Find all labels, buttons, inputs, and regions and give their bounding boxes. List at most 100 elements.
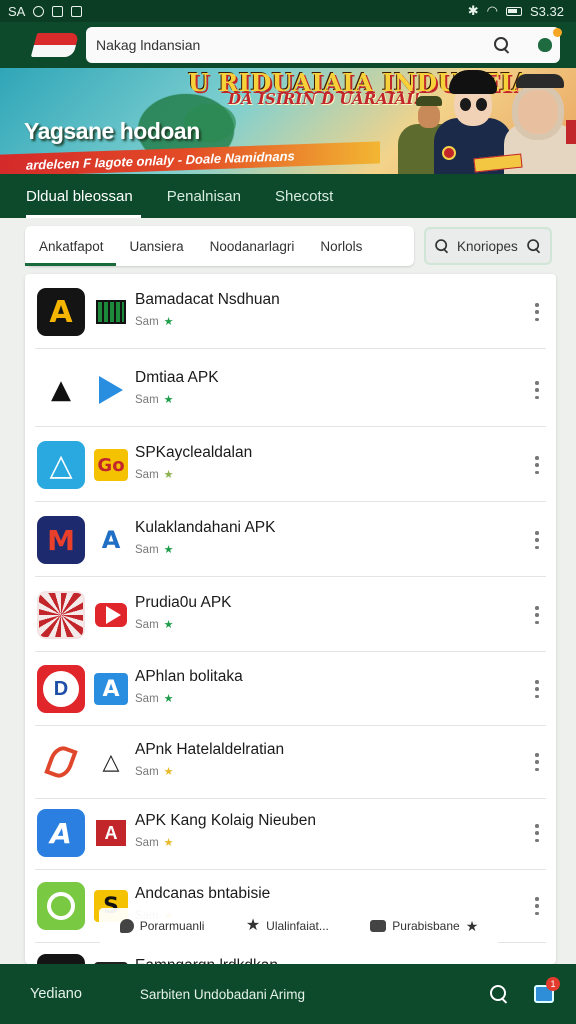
app-meta-text: Sam xyxy=(135,544,159,556)
app-meta-text: Sam xyxy=(135,837,159,849)
rating-star-icon: ★ xyxy=(163,393,174,406)
app-meta-text: Sam xyxy=(135,394,159,406)
app-list-item[interactable]: M A Kulaklandahani APK Sam ★ xyxy=(25,502,556,577)
search-icon xyxy=(435,239,449,253)
filter-chip-0[interactable]: Ankatfapot xyxy=(25,226,116,266)
mail-icon xyxy=(71,5,83,17)
float-item-0[interactable]: Porarmuanli xyxy=(119,919,205,933)
dark-a-icon: A xyxy=(37,954,85,964)
app-list-item[interactable]: Prudia0u APK Sam ★ xyxy=(25,577,556,652)
youtube-icon xyxy=(94,599,128,631)
chat-icon xyxy=(370,920,387,932)
app-title: APK Kang Kolaig Nieuben xyxy=(135,812,316,829)
bluetooth-icon: ✱ xyxy=(467,3,479,18)
search-icon[interactable] xyxy=(494,37,510,53)
more-options-icon[interactable] xyxy=(534,753,540,771)
app-meta: Sam ★ xyxy=(135,394,174,406)
bottom-nav-text[interactable]: Sarbiten Undobadani Arimg xyxy=(140,987,490,1002)
more-options-icon[interactable] xyxy=(534,531,540,549)
go-icon: Go xyxy=(94,449,128,481)
app-meta-text: Sam xyxy=(135,316,159,328)
star-outline-icon: ★ xyxy=(465,918,479,934)
filter-search-label: Knoriopes xyxy=(457,238,518,254)
app-title: SPKayclealdalan xyxy=(135,444,253,461)
profile-badge xyxy=(553,28,562,37)
d-circle-icon: D xyxy=(37,665,85,713)
floating-action-bar: Porarmuanli ★ Ulalinfaiat... Purabisbane… xyxy=(99,908,499,944)
app-title: Kulaklandahani APK xyxy=(135,519,276,536)
pattern-icon xyxy=(37,591,85,639)
float-item-0-label: Porarmuanli xyxy=(139,919,205,933)
rating-star-icon: ★ xyxy=(163,765,174,778)
star-icon: ★ xyxy=(245,917,261,934)
bottom-brand[interactable]: Yediano xyxy=(30,986,82,1002)
search-input[interactable] xyxy=(96,37,494,53)
filter-search-button[interactable]: Knoriopes xyxy=(424,227,552,265)
app-list-item[interactable]: △ Go SPKayclealdalan Sam ★ xyxy=(25,427,556,502)
more-options-icon[interactable] xyxy=(534,303,540,321)
promo-banner[interactable]: U RIDUAIAIA INDUNEIA DA ISIRIN D UARAIAI… xyxy=(0,68,576,174)
app-meta-text: Sam xyxy=(135,693,159,705)
app-title: Eamngarqn lrdkdkan xyxy=(135,957,278,964)
app-list-item[interactable]: A A APK Kang Kolaig Nieuben Sam ★ xyxy=(25,795,556,870)
more-options-icon[interactable] xyxy=(534,824,540,842)
app-list-item[interactable]: △ APnk Hatelaldelratian Sam ★ xyxy=(25,724,556,799)
search-bar[interactable] xyxy=(86,27,560,63)
tab-2[interactable]: Shecotst xyxy=(275,174,333,218)
tab-0[interactable]: Dldual bleossan xyxy=(26,174,141,218)
banner-headline: Yagsane hodoan xyxy=(24,118,200,144)
rating-star-icon: ★ xyxy=(163,692,174,705)
user-icon xyxy=(538,38,552,52)
search-icon[interactable] xyxy=(490,985,508,1003)
rating-star-icon: ★ xyxy=(163,543,174,556)
rating-star-icon: ★ xyxy=(163,618,174,631)
profile-button[interactable] xyxy=(530,28,562,60)
wifi-icon: ◠ xyxy=(486,3,499,18)
more-options-icon[interactable] xyxy=(534,381,540,399)
notification-count-badge: 1 xyxy=(546,977,560,991)
more-options-icon[interactable] xyxy=(534,456,540,474)
app-title: APnk Hatelaldelratian xyxy=(135,741,285,758)
app-meta: Sam ★ xyxy=(135,316,174,328)
app-list-item[interactable]: A Bamadacat Nsdhuan Sam ★ xyxy=(25,274,556,349)
grid-icon xyxy=(94,296,128,328)
search-icon-right xyxy=(527,239,541,253)
float-item-1[interactable]: ★ Ulalinfaiat... xyxy=(246,918,329,934)
rating-star-icon: ★ xyxy=(163,315,174,328)
app-list: A Bamadacat Nsdhuan Sam ★ ▲ Dmtiaa APK Sam ★ △ Go… xyxy=(25,274,556,964)
bottom-navigation: Yediano Sarbiten Undobadani Arimg 1 xyxy=(0,964,576,1024)
float-item-1-label: Ulalinfaiat... xyxy=(266,919,329,933)
app-meta: Sam ★ xyxy=(135,469,174,481)
green-phone-icon xyxy=(37,882,85,930)
tab-1[interactable]: Penalnisan xyxy=(167,174,241,218)
app-title: Prudia0u APK xyxy=(135,594,232,611)
banner-strip-text: ardelcen F Iagote onlaly - Doale Namidna… xyxy=(26,147,295,173)
app-list-item[interactable]: D A APhlan bolitaka Sam ★ xyxy=(25,651,556,726)
a-icon: A xyxy=(37,288,85,336)
flag-logo-icon[interactable] xyxy=(30,33,80,57)
app-title: Andcanas bntabisie xyxy=(135,885,271,902)
app-meta-text: Sam xyxy=(135,469,159,481)
filter-chip-1[interactable]: Uansiera xyxy=(130,226,184,266)
app-list-item[interactable]: ▲ Dmtiaa APK Sam ★ xyxy=(25,352,556,427)
app-meta: Sam ★ xyxy=(135,619,174,631)
leaf-icon xyxy=(37,738,85,786)
more-options-icon[interactable] xyxy=(534,680,540,698)
blue-swoosh-icon: A xyxy=(37,809,85,857)
rating-star-icon: ★ xyxy=(163,468,174,481)
play-triangle-icon xyxy=(94,374,128,406)
more-options-icon[interactable] xyxy=(534,897,540,915)
float-item-2-label: Purabisbane xyxy=(392,919,460,933)
more-options-icon[interactable] xyxy=(534,606,540,624)
notification-button[interactable]: 1 xyxy=(534,977,560,1003)
a-square-icon: A xyxy=(94,673,128,705)
filter-chip-2[interactable]: Noodanarlagri xyxy=(210,226,295,266)
status-left-text: SA xyxy=(8,3,26,19)
filter-chip-3[interactable]: Norlols xyxy=(320,226,362,266)
filter-chip-bar: Ankatfapot Uansiera Noodanarlagri Norlol… xyxy=(25,226,414,266)
app-meta: Sam ★ xyxy=(135,693,174,705)
woman-figure xyxy=(473,74,576,174)
red-a-icon: A xyxy=(94,817,128,849)
app-meta: Sam ★ xyxy=(135,544,174,556)
float-item-2[interactable]: Purabisbane ★ xyxy=(370,919,478,933)
